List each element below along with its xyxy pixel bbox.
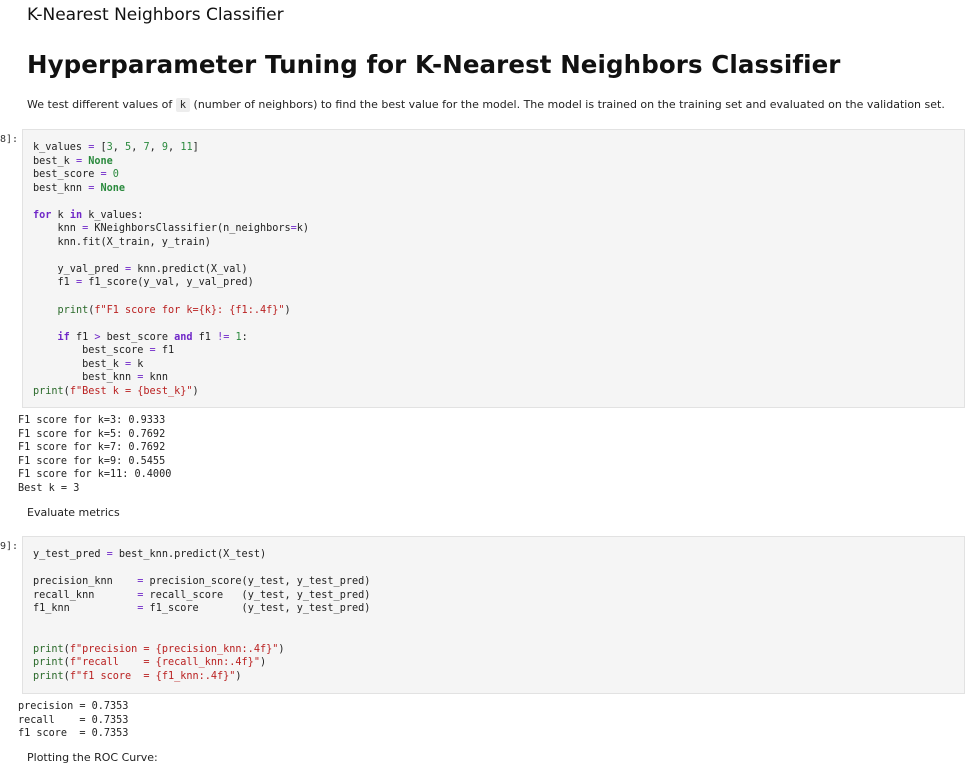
cell-2-prompt: 9]: [0,541,19,552]
intro-text-before: We test different values of [27,98,176,111]
cell-1-output: F1 score for k=3: 0.9333 F1 score for k=… [18,415,172,494]
code-cell-1[interactable]: k_values = [3, 5, 7, 9, 11] best_k = Non… [22,129,965,408]
code-cell-2-source[interactable]: y_test_pred = best_knn.predict(X_test) p… [33,548,370,683]
cell-2-output: precision = 0.7353 recall = 0.7353 f1 sc… [18,701,129,740]
markdown-plotting-roc: Plotting the ROC Curve: [27,751,158,764]
cell-1-prompt: 8]: [0,134,19,145]
notebook-section-title: K-Nearest Neighbors Classifier [27,5,284,25]
markdown-heading: Hyperparameter Tuning for K-Nearest Neig… [27,50,841,79]
code-cell-1-source[interactable]: k_values = [3, 5, 7, 9, 11] best_k = Non… [33,141,309,398]
inline-code-k: k [175,98,191,112]
markdown-intro-paragraph: We test different values of k (number of… [27,98,945,112]
intro-text-after: (number of neighbors) to find the best v… [190,98,945,111]
markdown-evaluate-metrics: Evaluate metrics [27,506,120,519]
code-cell-2[interactable]: y_test_pred = best_knn.predict(X_test) p… [22,536,965,694]
